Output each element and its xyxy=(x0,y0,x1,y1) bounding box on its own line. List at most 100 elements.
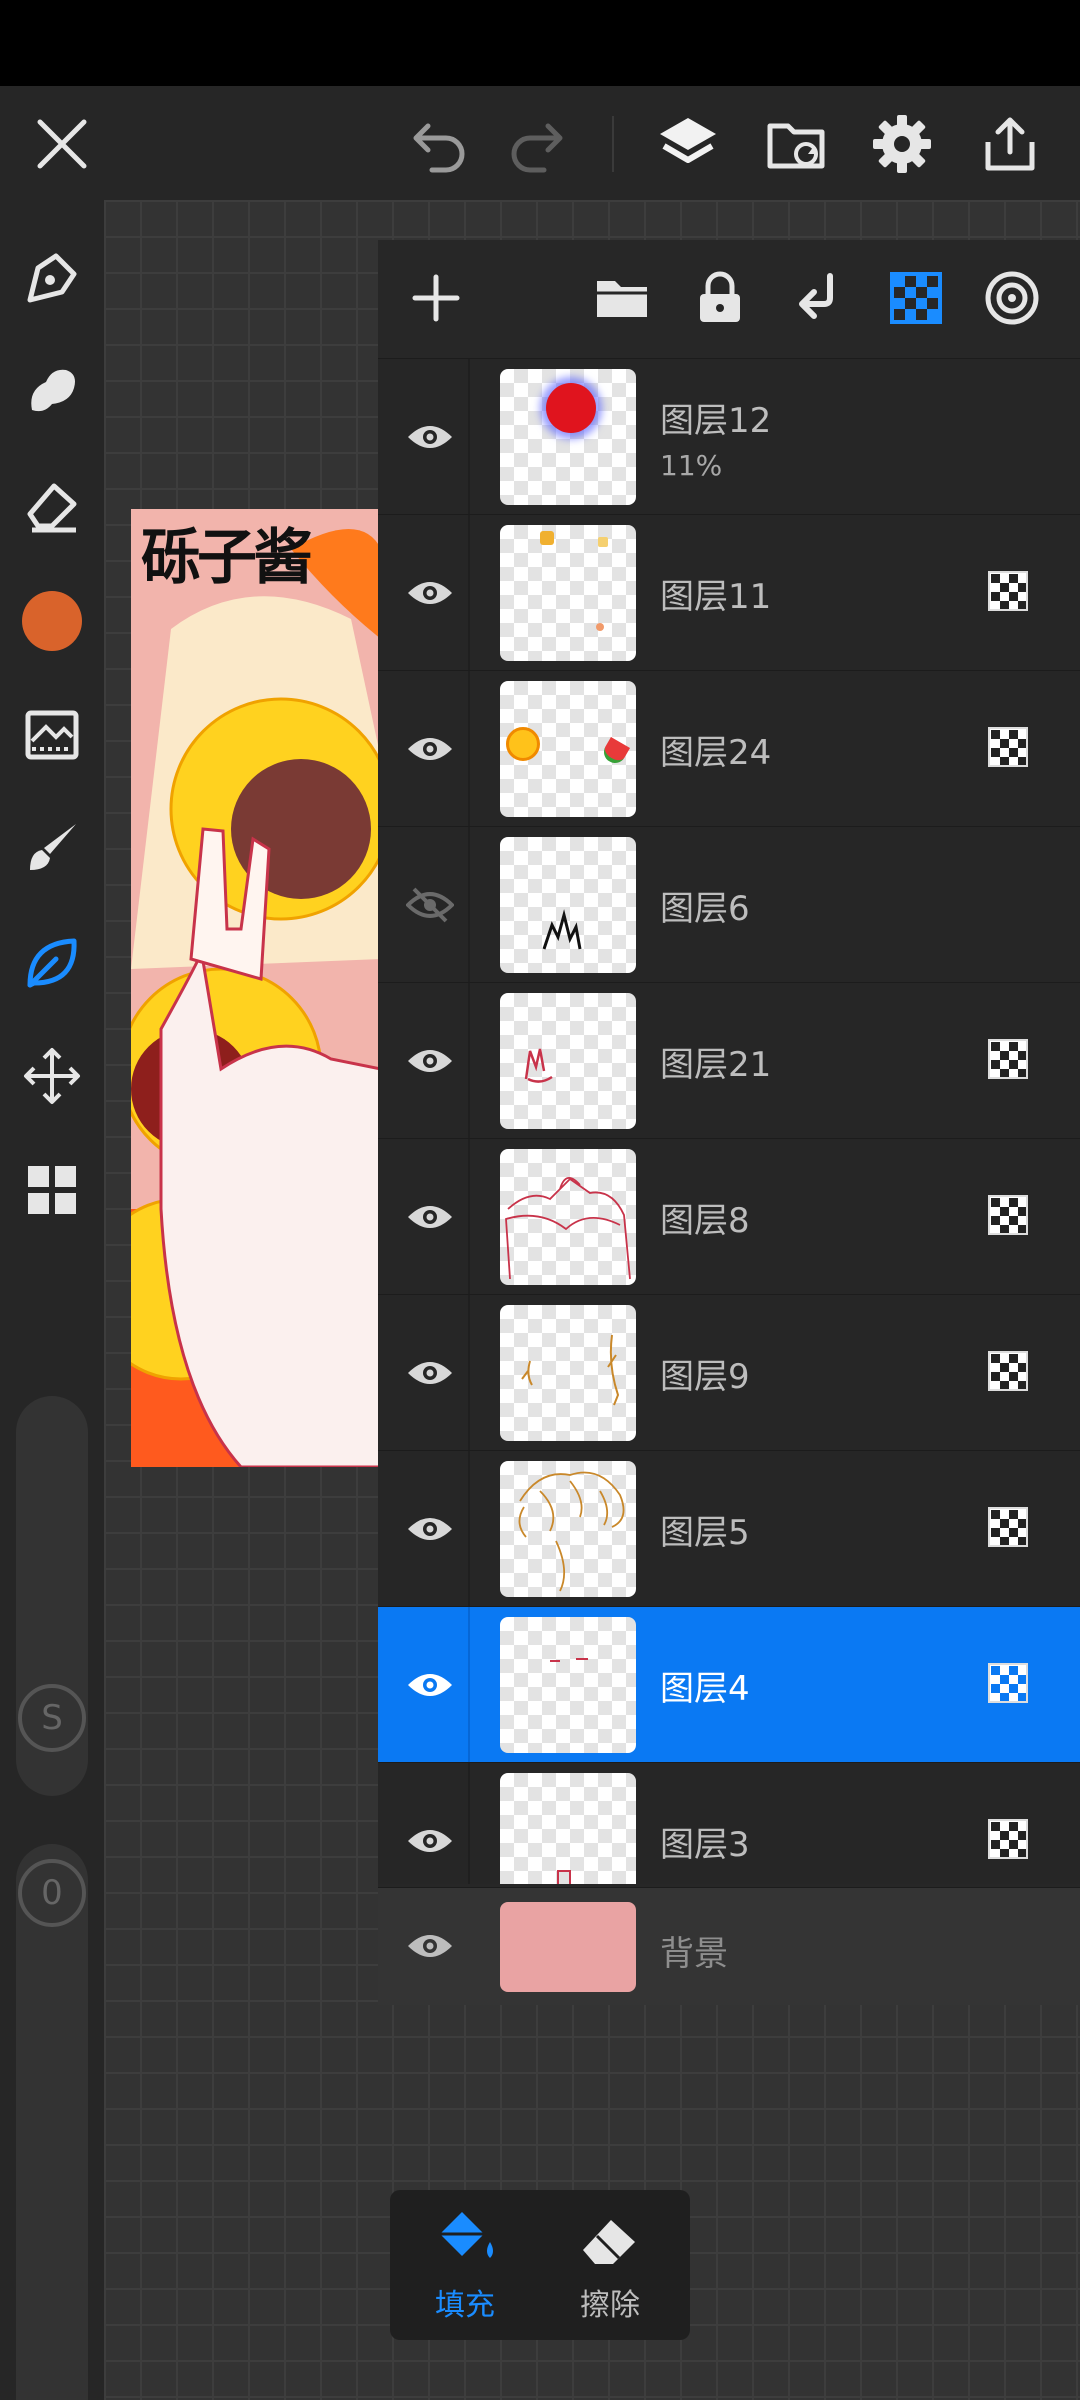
brush-opacity-knob[interactable]: 0 xyxy=(18,1859,86,1927)
alpha-lock-icon xyxy=(988,571,1028,611)
artwork-signature: 砾子酱 xyxy=(141,523,313,593)
eye-icon xyxy=(408,1830,452,1852)
redo-button[interactable] xyxy=(500,108,572,180)
brush-tool-button[interactable] xyxy=(14,240,90,316)
layer-thumbnail xyxy=(500,525,636,661)
visibility-toggle[interactable] xyxy=(400,875,460,935)
visibility-toggle[interactable] xyxy=(400,719,460,779)
alpha-lock-button[interactable] xyxy=(880,262,952,334)
import-button[interactable] xyxy=(760,108,832,180)
eye-icon xyxy=(408,426,452,448)
layer-thumbnail xyxy=(500,681,636,817)
smudge-tool-button[interactable] xyxy=(14,352,90,428)
layer-row[interactable]: 图层8 xyxy=(378,1138,1080,1294)
drawing-app: { "canvas": { "signature_text": "砾子酱" },… xyxy=(0,0,1080,2400)
visibility-toggle[interactable] xyxy=(400,1031,460,1091)
layer-name: 图层4 xyxy=(660,1669,750,1709)
visibility-toggle[interactable] xyxy=(400,1916,460,1976)
alpha-lock-icon xyxy=(988,1039,1028,1079)
add-layer-button[interactable] xyxy=(400,262,472,334)
pen-nib-icon xyxy=(27,253,77,303)
layers-panel-toolbar xyxy=(378,240,1080,358)
layer-thumbnail xyxy=(500,1617,636,1753)
visibility-toggle[interactable] xyxy=(400,407,460,467)
artwork-canvas[interactable]: 砾子酱 xyxy=(131,509,381,1467)
paintbrush-icon xyxy=(30,824,76,870)
layer-group-button[interactable] xyxy=(586,262,658,334)
move-arrows-icon xyxy=(24,1048,80,1104)
visibility-toggle[interactable] xyxy=(400,563,460,623)
layer-row-selected[interactable]: 图层4 xyxy=(378,1606,1080,1762)
merge-down-button[interactable] xyxy=(782,262,854,334)
alpha-lock-icon xyxy=(988,1195,1028,1235)
toolbar-divider xyxy=(612,116,614,172)
export-button[interactable] xyxy=(974,108,1046,180)
gallery-button[interactable] xyxy=(14,1152,90,1228)
layer-name: 图层3 xyxy=(660,1825,750,1865)
adjustments-button[interactable] xyxy=(14,697,90,773)
eye-icon xyxy=(408,738,452,760)
plus-icon xyxy=(412,274,460,322)
undo-button[interactable] xyxy=(404,108,476,180)
layer-row[interactable]: 图层9 xyxy=(378,1294,1080,1450)
background-color-swatch xyxy=(500,1902,636,1992)
brush-size-knob[interactable]: S xyxy=(18,1684,86,1752)
left-toolbar: S 0 xyxy=(0,200,104,2400)
visibility-toggle[interactable] xyxy=(400,1811,460,1871)
layer-name: 图层5 xyxy=(660,1513,750,1553)
brush-opacity-slider[interactable] xyxy=(16,1844,88,2400)
redo-icon xyxy=(511,123,563,173)
layer-row[interactable]: 图层11 xyxy=(378,514,1080,670)
layer-row[interactable]: 图层5 xyxy=(378,1450,1080,1606)
settings-button[interactable] xyxy=(866,108,938,180)
opacity-slider-label: 0 xyxy=(41,1873,63,1913)
transform-tool-button[interactable] xyxy=(14,1038,90,1114)
color-picker-button[interactable] xyxy=(14,583,90,659)
close-button[interactable] xyxy=(26,108,98,180)
layer-thumbnail xyxy=(500,1305,636,1441)
eye-icon xyxy=(408,1518,452,1540)
background-layer-name: 背景 xyxy=(660,1934,728,1974)
undo-icon xyxy=(413,123,465,173)
folder-sync-icon xyxy=(767,123,825,169)
layer-thumbnail xyxy=(500,1149,636,1285)
layer-thumbnail xyxy=(500,1461,636,1597)
visibility-toggle[interactable] xyxy=(400,1187,460,1247)
layer-name: 图层11 xyxy=(660,577,772,617)
erase-option[interactable]: 擦除 xyxy=(545,2208,675,2328)
lock-layer-button[interactable] xyxy=(684,262,756,334)
eraser-tool-button[interactable] xyxy=(14,466,90,542)
layer-row[interactable]: 图层24 xyxy=(378,670,1080,826)
layer-row[interactable]: 图层6 xyxy=(378,826,1080,982)
folder-icon xyxy=(597,281,647,317)
visibility-toggle[interactable] xyxy=(400,1343,460,1403)
layer-thumbnail xyxy=(500,369,636,505)
fill-tool-button[interactable] xyxy=(14,925,90,1001)
brush-settings-button[interactable] xyxy=(14,810,90,886)
grid-icon xyxy=(28,1166,76,1214)
layer-mode-button[interactable] xyxy=(976,262,1048,334)
visibility-toggle[interactable] xyxy=(400,1499,460,1559)
eye-icon xyxy=(408,1674,452,1696)
layer-row[interactable]: 图层3 xyxy=(378,1762,1080,1884)
lock-icon xyxy=(700,271,740,322)
layer-name: 图层8 xyxy=(660,1201,750,1241)
visibility-toggle[interactable] xyxy=(400,1655,460,1715)
layer-name: 图层12 xyxy=(660,401,772,441)
layer-row[interactable]: 图层21 xyxy=(378,982,1080,1138)
fill-option[interactable]: 填充 xyxy=(400,2208,530,2328)
erase-label: 擦除 xyxy=(580,2288,640,2323)
layers-button[interactable] xyxy=(652,108,724,180)
status-bar xyxy=(0,0,1080,86)
eye-icon xyxy=(408,1362,452,1384)
eraser-icon xyxy=(27,483,77,533)
layer-row[interactable]: 图层12 11% xyxy=(378,358,1080,514)
share-icon xyxy=(985,117,1035,171)
background-layer-row[interactable]: 背景 xyxy=(378,1887,1080,2005)
image-adjust-icon xyxy=(25,710,79,760)
alpha-lock-icon xyxy=(988,1351,1028,1391)
current-color-swatch xyxy=(22,591,82,651)
alpha-lock-icon xyxy=(988,1663,1028,1703)
layer-opacity: 11% xyxy=(660,449,723,482)
eye-icon xyxy=(408,1935,452,1957)
